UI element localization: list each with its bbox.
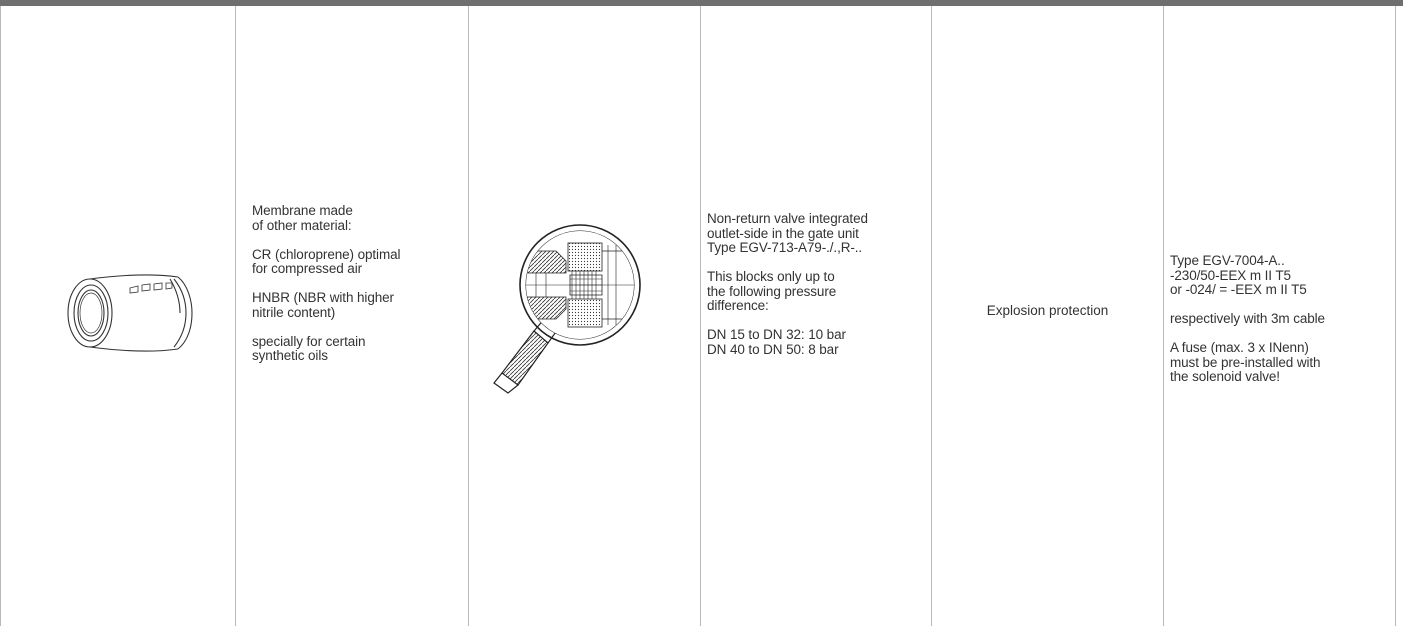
column-divider [1395,6,1396,626]
membrane-material-text: Membrane made of other material: CR (chl… [252,203,457,364]
table-header-bar [0,0,1403,6]
paragraph: Non-return valve integrated outlet-side … [707,211,868,255]
paragraph: DN 15 to DN 32: 10 bar DN 40 to DN 50: 8… [707,327,846,357]
paragraph: Membrane made of other material: [252,203,353,233]
column-divider [0,6,1,626]
paragraph: HNBR (NBR with higher nitrile content) [252,290,394,320]
non-return-valve-text: Non-return valve integrated outlet-side … [707,211,925,357]
column-divider [1163,6,1164,626]
column-divider [235,6,236,626]
membrane-icon [67,274,193,352]
paragraph: This blocks only up to the following pre… [707,269,837,313]
paragraph: respectively with 3m cable [1170,311,1325,326]
paragraph: A fuse (max. 3 x INenn) must be pre-inst… [1170,340,1321,384]
solenoid-type-text: Type EGV-7004-A.. -230/50-EEX m II T5 or… [1170,253,1390,385]
magnified-valve-detail-icon [493,224,641,394]
column-divider [700,6,701,626]
paragraph: Type EGV-7004-A.. -230/50-EEX m II T5 or… [1170,253,1307,297]
column-divider [468,6,469,626]
explosion-protection-label: Explosion protection [986,303,1109,318]
paragraph: specially for certain synthetic oils [252,333,366,363]
paragraph: CR (chloroprene) optimal for compressed … [252,246,401,276]
